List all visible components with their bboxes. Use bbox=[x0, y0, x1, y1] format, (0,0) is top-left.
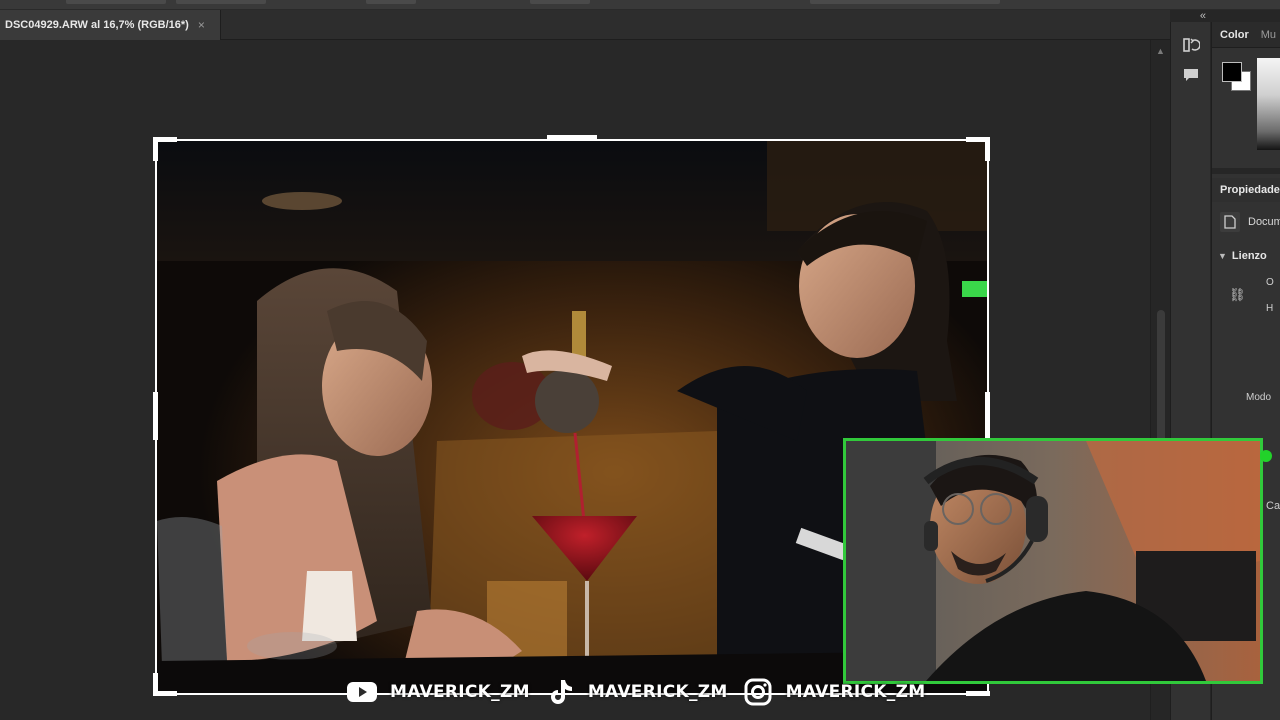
link-icon[interactable]: ⛓ bbox=[1229, 287, 1246, 303]
color-picker-field[interactable] bbox=[1257, 58, 1280, 150]
properties-document-row[interactable]: Docum bbox=[1220, 212, 1280, 232]
history-icon[interactable] bbox=[1180, 34, 1202, 56]
panel-separator bbox=[1212, 168, 1280, 174]
canvas-height-label: H bbox=[1266, 303, 1274, 314]
options-control[interactable] bbox=[176, 0, 266, 4]
youtube-icon bbox=[346, 676, 378, 708]
document-tab-bar: DSC04929.ARW al 16,7% (RGB/16*) × bbox=[0, 10, 1170, 40]
close-icon[interactable]: × bbox=[198, 18, 205, 32]
crop-handle-bottom-right[interactable] bbox=[966, 691, 990, 696]
instagram-handle: MAVERICK_ZM bbox=[785, 682, 926, 702]
options-control[interactable] bbox=[366, 0, 416, 4]
panel-cut-label: Ca bbox=[1266, 500, 1280, 512]
webcam-indicator bbox=[1260, 450, 1272, 462]
collapse-panels-icon[interactable]: « bbox=[1200, 10, 1206, 22]
options-control[interactable] bbox=[530, 0, 590, 4]
tiktok-icon bbox=[544, 676, 576, 708]
options-control[interactable] bbox=[66, 0, 166, 4]
crop-handle-top-right[interactable] bbox=[985, 137, 990, 161]
canvas-section-header[interactable]: ▼ Lienzo bbox=[1218, 250, 1267, 262]
document-tab-title: DSC04929.ARW al 16,7% (RGB/16*) bbox=[5, 19, 189, 31]
crop-handle-left[interactable] bbox=[153, 392, 158, 440]
crop-handle-top[interactable] bbox=[547, 135, 597, 140]
photoshop-window: DSC04929.ARW al 16,7% (RGB/16*) × « ▲ Co… bbox=[0, 0, 1280, 720]
chevron-down-icon: ▼ bbox=[1218, 251, 1227, 261]
properties-panel-title[interactable]: Propiedades bbox=[1212, 178, 1280, 202]
tab-muestras[interactable]: Mu bbox=[1257, 29, 1280, 41]
options-control[interactable] bbox=[810, 0, 1000, 4]
crop-handle-bottom-left[interactable] bbox=[153, 691, 177, 696]
crop-handle-top-left[interactable] bbox=[153, 137, 158, 161]
foreground-color-swatch[interactable] bbox=[1222, 62, 1242, 82]
document-icon bbox=[1220, 212, 1240, 232]
scroll-up-icon[interactable]: ▲ bbox=[1156, 46, 1165, 56]
tiktok-handle: MAVERICK_ZM bbox=[587, 682, 728, 702]
social-youtube[interactable]: MAVERICK_ZM bbox=[346, 676, 530, 708]
mode-label: Modo bbox=[1246, 392, 1272, 403]
crop-handle-right[interactable] bbox=[985, 392, 990, 440]
youtube-handle: MAVERICK_ZM bbox=[390, 682, 530, 702]
properties-doc-label: Docum bbox=[1248, 216, 1280, 228]
social-handles-bar: MAVERICK_ZM MAVERICK_ZM MAVERICK_ZM bbox=[346, 676, 929, 708]
tab-color[interactable]: Color bbox=[1212, 29, 1257, 41]
canvas-section-label: Lienzo bbox=[1231, 250, 1267, 262]
canvas-width-label: O bbox=[1266, 277, 1274, 288]
social-tiktok[interactable]: MAVERICK_ZM bbox=[544, 676, 728, 708]
instagram-icon bbox=[742, 676, 774, 708]
document-tab[interactable]: DSC04929.ARW al 16,7% (RGB/16*) × bbox=[0, 10, 221, 40]
color-panel-tabs: Color Mu bbox=[1212, 22, 1280, 48]
comments-icon[interactable] bbox=[1180, 64, 1202, 86]
options-bar bbox=[0, 0, 1280, 10]
webcam-overlay bbox=[843, 438, 1263, 684]
social-instagram[interactable]: MAVERICK_ZM bbox=[742, 676, 926, 708]
